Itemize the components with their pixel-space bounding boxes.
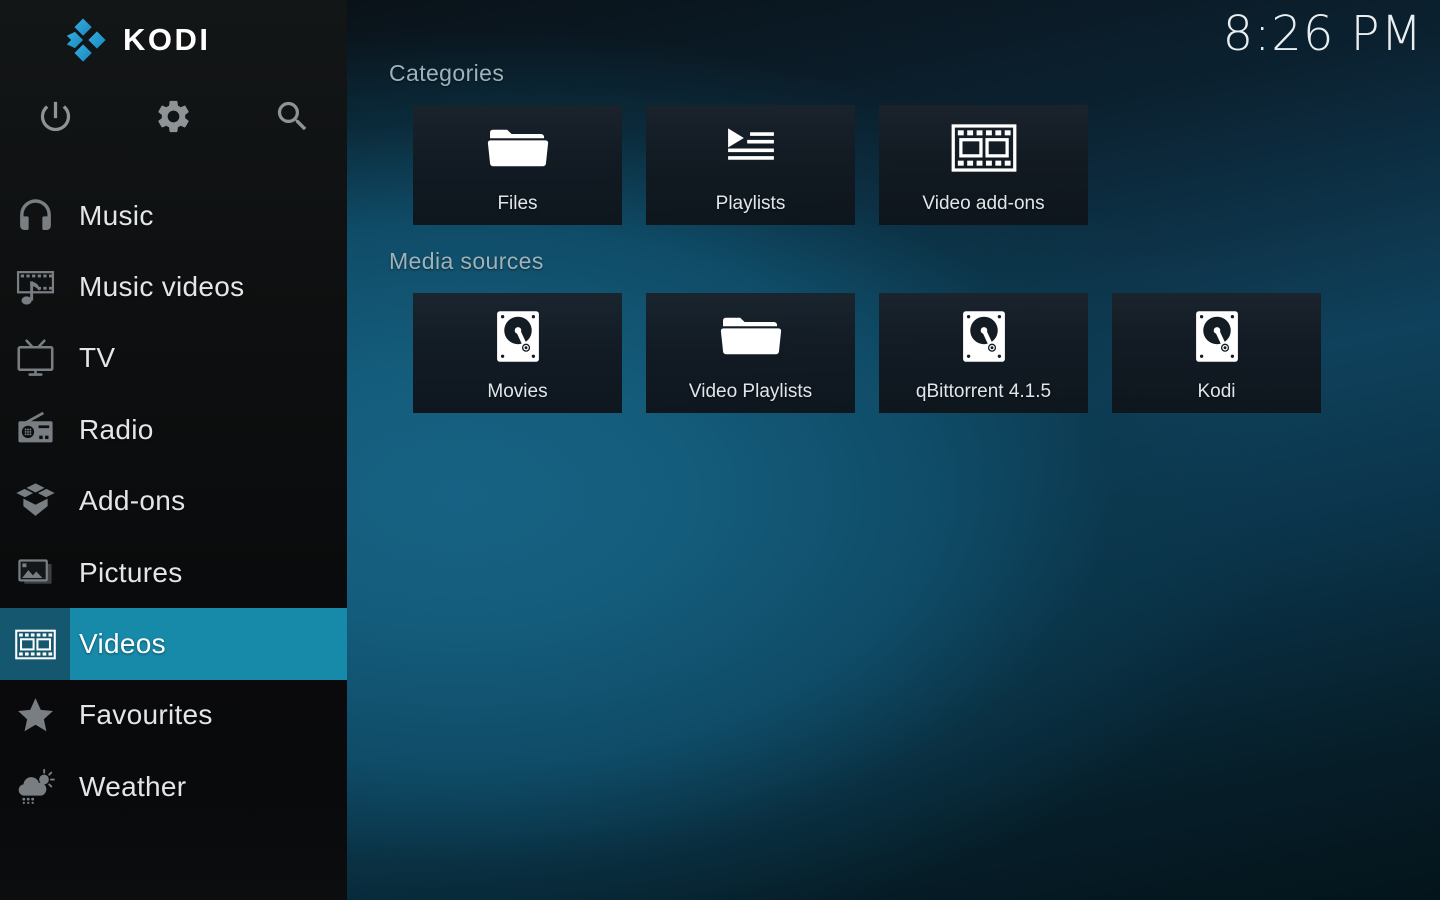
sidebar-menu: Music Music videos TV Radio Add-ons xyxy=(0,180,347,823)
tile-label: qBittorrent 4.1.5 xyxy=(916,381,1051,403)
sidebar-item-labelzone: Favourites xyxy=(70,680,347,751)
sidebar-item-labelzone: Radio xyxy=(70,394,347,465)
tile-qbittorrent-4-1-5[interactable]: qBittorrent 4.1.5 xyxy=(879,293,1088,413)
sidebar-item-labelzone: Music videos xyxy=(70,251,347,322)
hard-disk-icon xyxy=(413,293,622,379)
tile-files[interactable]: Files xyxy=(413,105,622,225)
hard-disk-icon xyxy=(1112,293,1321,379)
sidebar-top-icons xyxy=(0,96,347,140)
sidebar-item-label: Pictures xyxy=(79,557,183,589)
sidebar-item-music[interactable]: Music xyxy=(0,180,347,251)
sidebar-item-label: Music videos xyxy=(79,271,244,303)
sidebar-item-label: Videos xyxy=(79,628,166,660)
tile-playlists[interactable]: Playlists xyxy=(646,105,855,225)
folder-icon xyxy=(413,105,622,191)
sidebar-item-tv[interactable]: TV xyxy=(0,323,347,394)
pictures-icon xyxy=(0,537,70,608)
sidebar-item-labelzone: Videos xyxy=(70,608,347,679)
power-icon xyxy=(36,97,75,139)
radio-icon xyxy=(0,394,70,465)
headphones-icon xyxy=(0,180,70,251)
sidebar-item-music-videos[interactable]: Music videos xyxy=(0,251,347,322)
search-icon xyxy=(273,97,312,139)
tile-video-playlists[interactable]: Video Playlists xyxy=(646,293,855,413)
sidebar-item-add-ons[interactable]: Add-ons xyxy=(0,466,347,537)
weather-icon xyxy=(0,751,70,822)
hard-disk-icon xyxy=(879,293,1088,379)
sidebar-item-label: Favourites xyxy=(79,699,213,731)
folder-icon xyxy=(646,293,855,379)
tile-label: Kodi xyxy=(1197,381,1235,403)
settings-button[interactable] xyxy=(152,96,196,140)
sidebar-item-labelzone: Music xyxy=(70,180,347,251)
sidebar-item-label: Weather xyxy=(79,771,186,803)
tile-label: Video Playlists xyxy=(689,381,812,403)
main-content: Categories Files Playlists Video add-ons… xyxy=(347,0,1440,900)
sidebar: KODI Music Music videos TV Radio xyxy=(0,0,347,900)
clock: 8:26 PM xyxy=(1223,6,1423,62)
sidebar-item-label: Add-ons xyxy=(79,485,185,517)
tv-icon xyxy=(0,323,70,394)
tile-movies[interactable]: Movies xyxy=(413,293,622,413)
sidebar-item-favourites[interactable]: Favourites xyxy=(0,680,347,751)
addon-box-icon xyxy=(0,466,70,537)
sidebar-item-labelzone: TV xyxy=(70,323,347,394)
tile-label: Files xyxy=(497,193,537,215)
search-button[interactable] xyxy=(270,96,314,140)
sidebar-item-labelzone: Weather xyxy=(70,751,347,822)
music-video-icon xyxy=(0,251,70,322)
sidebar-item-pictures[interactable]: Pictures xyxy=(0,537,347,608)
sidebar-item-weather[interactable]: Weather xyxy=(0,751,347,822)
star-icon xyxy=(0,680,70,751)
tile-label: Video add-ons xyxy=(922,193,1044,215)
tile-kodi[interactable]: Kodi xyxy=(1112,293,1321,413)
sidebar-item-label: Radio xyxy=(79,414,154,446)
power-button[interactable] xyxy=(33,96,77,140)
tile-label: Playlists xyxy=(716,193,786,215)
settings-gear-icon xyxy=(154,97,193,139)
film-strip-icon xyxy=(879,105,1088,191)
sidebar-item-videos[interactable]: Videos xyxy=(0,608,347,679)
tile-label: Movies xyxy=(487,381,547,403)
section-title-media-sources: Media sources xyxy=(389,248,544,275)
tile-video-add-ons[interactable]: Video add-ons xyxy=(879,105,1088,225)
tile-row: Files Playlists Video add-ons xyxy=(413,105,1088,225)
sidebar-item-labelzone: Add-ons xyxy=(70,466,347,537)
sidebar-item-label: Music xyxy=(79,200,154,232)
sidebar-item-labelzone: Pictures xyxy=(70,537,347,608)
tile-row: Movies Video Playlists qBittorrent 4.1.5… xyxy=(413,293,1321,413)
kodi-logo-text: KODI xyxy=(123,22,211,58)
kodi-logo-icon xyxy=(62,17,108,63)
film-strip-icon xyxy=(0,608,70,679)
playlist-icon xyxy=(646,105,855,191)
sidebar-item-label: TV xyxy=(79,342,115,374)
kodi-home-screen: Categories Files Playlists Video add-ons… xyxy=(0,0,1440,900)
sidebar-item-radio[interactable]: Radio xyxy=(0,394,347,465)
section-title-categories: Categories xyxy=(389,60,504,87)
kodi-logo: KODI xyxy=(62,17,211,63)
